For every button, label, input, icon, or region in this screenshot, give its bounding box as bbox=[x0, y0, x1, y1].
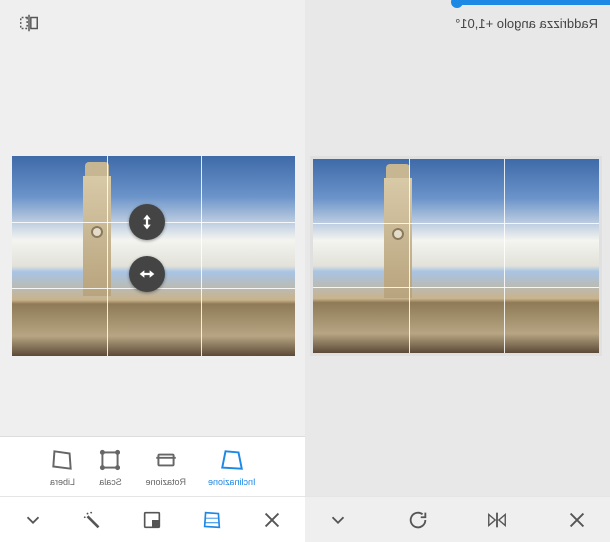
tab-label: Scala bbox=[99, 477, 122, 487]
aspect-button[interactable] bbox=[136, 503, 170, 537]
image-preview-right[interactable] bbox=[310, 156, 602, 356]
tab-label: Inclinazione bbox=[208, 477, 256, 487]
straighten-status: Raddrizza angolo +1,01° bbox=[455, 16, 598, 31]
tab-label: Rotazione bbox=[145, 477, 186, 487]
pane-tilt: Inclinazione Rotazione Scala Libera bbox=[0, 0, 305, 542]
close-button[interactable] bbox=[255, 503, 289, 537]
tab-free[interactable]: Libera bbox=[49, 447, 75, 487]
tab-tilt[interactable]: Inclinazione bbox=[208, 447, 256, 487]
perspective-button[interactable] bbox=[195, 503, 229, 537]
vertical-drag-handle[interactable] bbox=[129, 204, 165, 240]
confirm-button[interactable] bbox=[16, 503, 50, 537]
bottombar-left bbox=[0, 496, 305, 542]
bottombar-right bbox=[305, 496, 610, 542]
straighten-slider[interactable] bbox=[305, 0, 610, 5]
confirm-button[interactable] bbox=[321, 503, 355, 537]
transform-tabs: Inclinazione Rotazione Scala Libera bbox=[0, 436, 305, 496]
tab-label: Libera bbox=[50, 477, 75, 487]
flip-horizontal-button[interactable] bbox=[12, 6, 46, 40]
magic-button[interactable] bbox=[76, 503, 110, 537]
mirror-horizontal-button[interactable] bbox=[480, 503, 514, 537]
image-preview-left[interactable] bbox=[12, 156, 295, 356]
topbar-left bbox=[0, 0, 305, 46]
tab-rotate[interactable]: Rotazione bbox=[145, 447, 186, 487]
pane-straighten: Raddrizza angolo +1,01° bbox=[305, 0, 610, 542]
horizontal-drag-handle[interactable] bbox=[129, 256, 165, 292]
close-button[interactable] bbox=[560, 503, 594, 537]
app-root: Raddrizza angolo +1,01° bbox=[0, 0, 610, 542]
rotate-left-button[interactable] bbox=[401, 503, 435, 537]
tab-scale[interactable]: Scala bbox=[97, 447, 123, 487]
